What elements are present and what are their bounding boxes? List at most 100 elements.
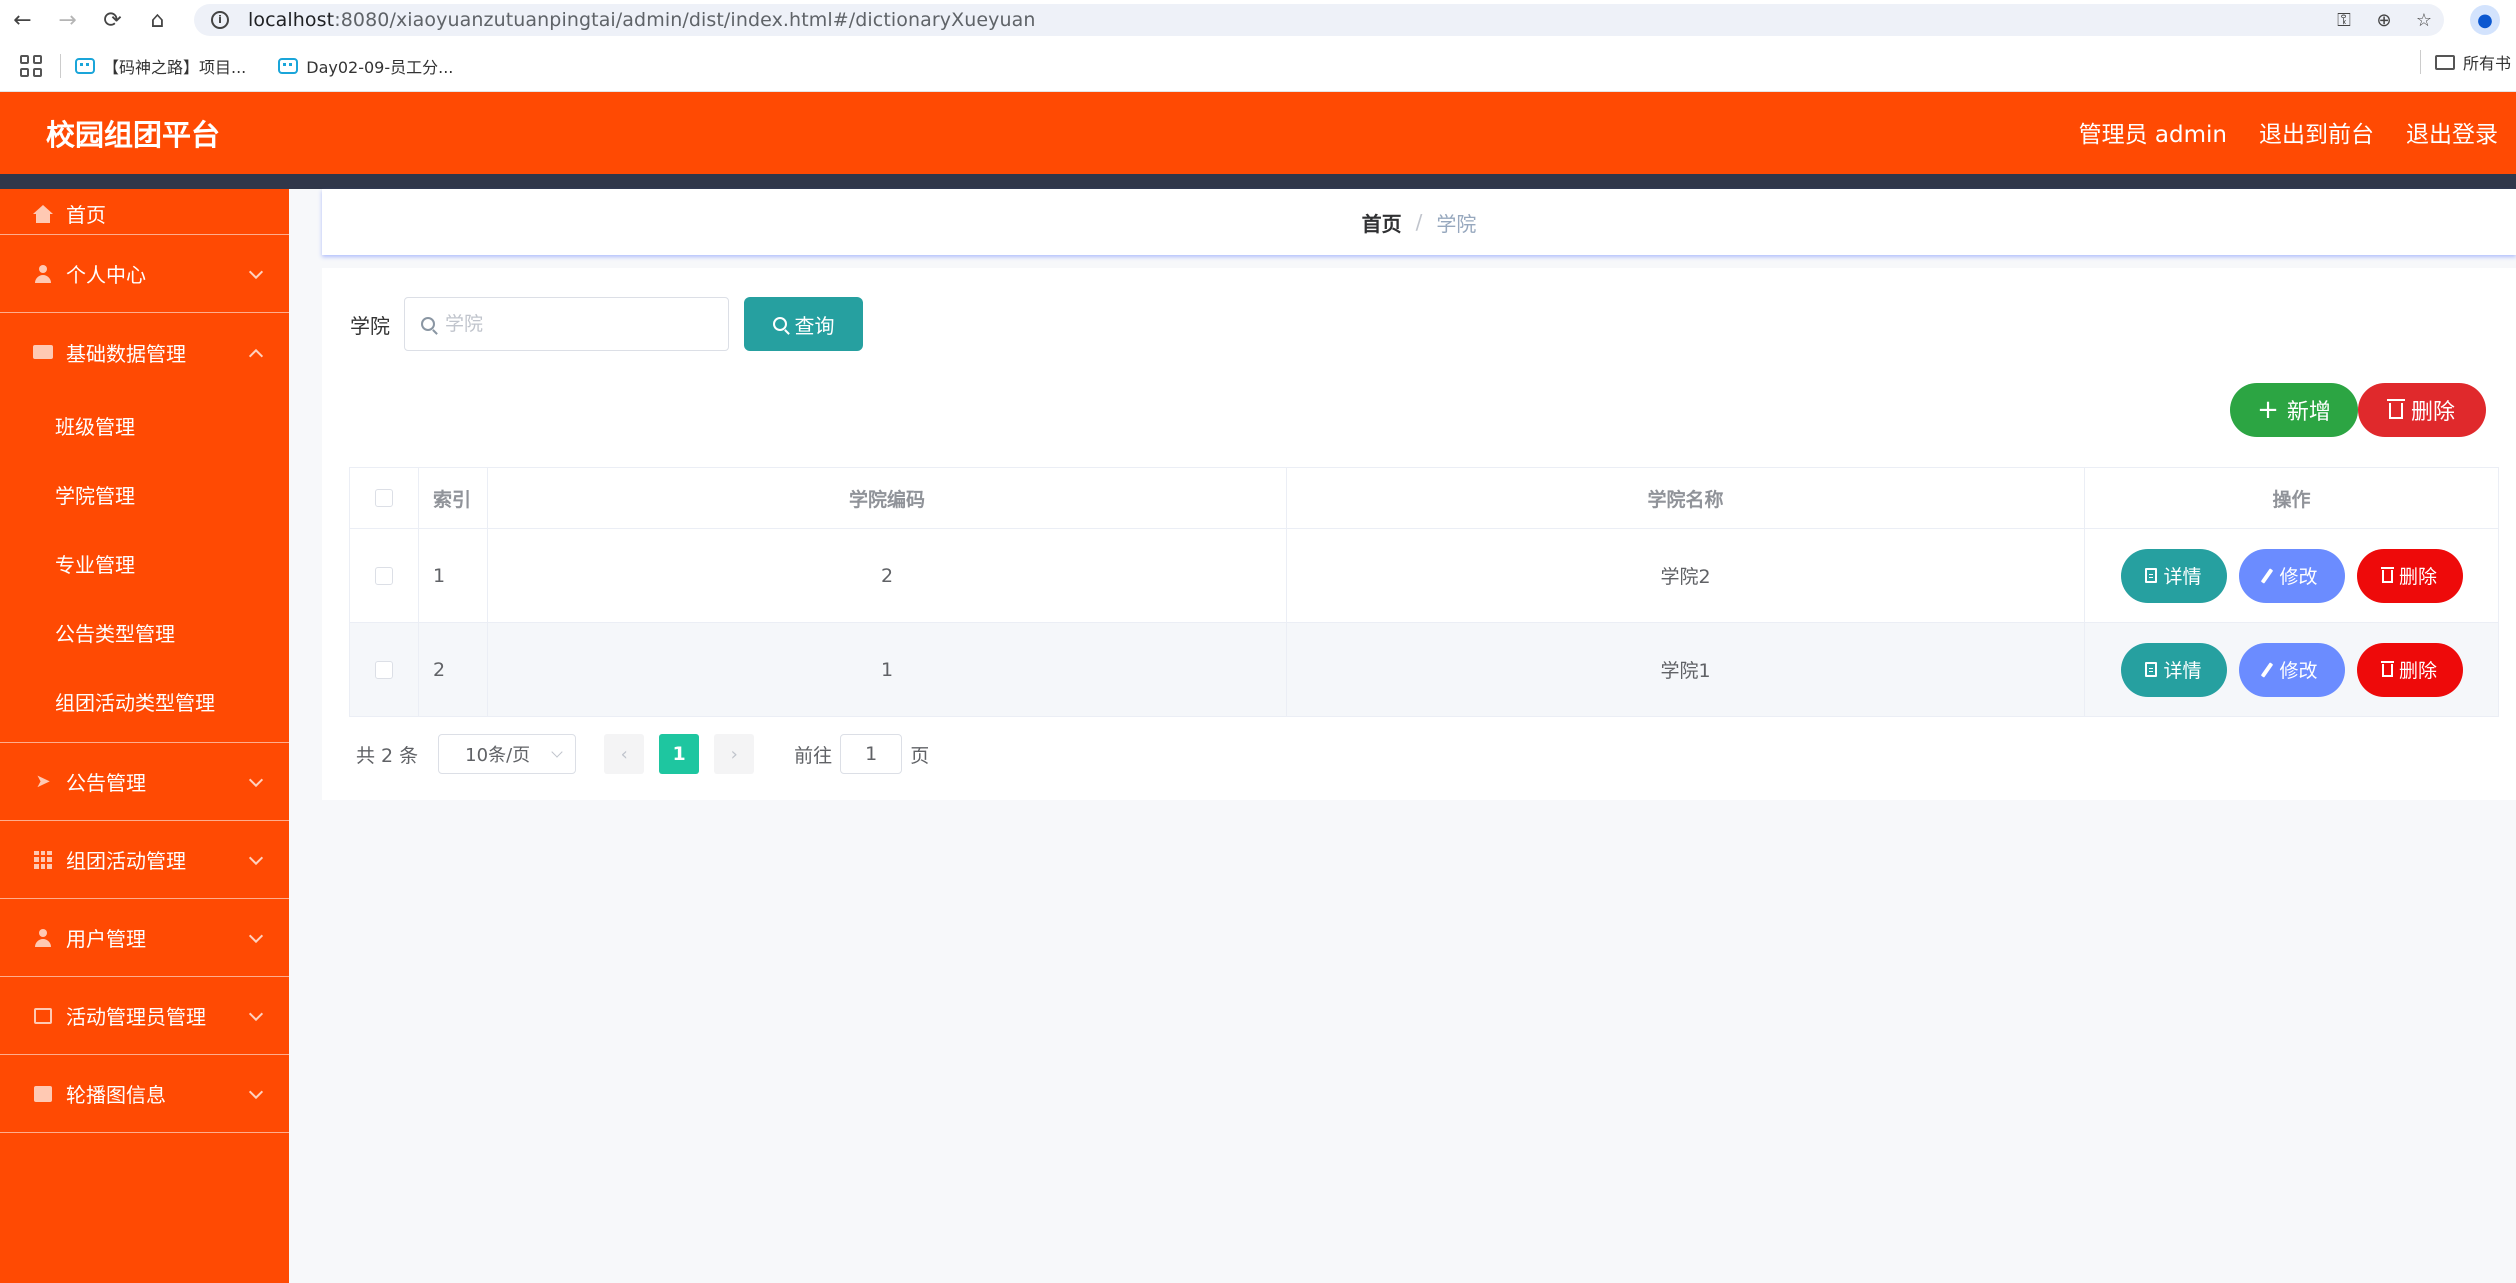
app-title: 校园组团平台 [46, 118, 221, 152]
address-bar[interactable]: i localhost:8080/xiaoyuanzutuanpingtai/a… [194, 4, 2444, 36]
copy-icon [33, 1006, 53, 1026]
header-actions: 操作 [2272, 488, 2311, 511]
edit-icon [2261, 567, 2274, 584]
page-size-select[interactable]: 10条/页 [438, 734, 577, 774]
chevron-down-icon [248, 928, 264, 944]
sidebar-subitem-class[interactable]: 班级管理 [0, 391, 289, 460]
cell-code: 1 [488, 623, 1287, 716]
search-field[interactable] [404, 297, 729, 351]
chevron-down-icon [248, 850, 264, 866]
sidebar-item-notice[interactable]: ➤ 公告管理 [0, 743, 289, 821]
browser-toolbar: ← → ⟳ ⌂ i localhost:8080/xiaoyuanzutuanp… [0, 0, 2516, 40]
header-code: 学院编码 [488, 468, 1287, 528]
logout-link[interactable]: 退出登录 [2406, 115, 2498, 149]
delete-row-button[interactable]: 删除 [2356, 548, 2463, 603]
sidebar-item-personal-center[interactable]: 个人中心 [0, 235, 289, 313]
site-info-icon[interactable]: i [206, 6, 234, 34]
breadcrumb-separator: / [1415, 210, 1423, 234]
reload-icon[interactable]: ⟳ [90, 0, 135, 40]
bookmark-item[interactable]: Day02-09-员工分... [278, 54, 453, 78]
detail-button[interactable]: 详情 [2120, 642, 2227, 697]
detail-button[interactable]: 详情 [2120, 548, 2227, 603]
sidebar-item-label: 首页 [66, 203, 106, 227]
breadcrumb-current: 学院 [1436, 211, 1477, 236]
sidebar-subitem-notice-type[interactable]: 公告类型管理 [0, 598, 289, 667]
trash-icon [2380, 567, 2394, 583]
sidebar-item-basic-data[interactable]: 基础数据管理 [0, 313, 289, 391]
query-button[interactable]: 查询 [744, 297, 863, 351]
trash-icon [2380, 661, 2394, 677]
delete-label: 删除 [2398, 566, 2437, 588]
back-to-front-link[interactable]: 退出到前台 [2259, 115, 2374, 149]
url-text[interactable]: localhost:8080/xiaoyuanzutuanpingtai/adm… [248, 9, 1036, 31]
app-header: 校园组团平台 管理员 admin 退出到前台 退出登录 [0, 92, 2516, 174]
goto-label: 前往 [794, 744, 833, 767]
ticket-icon [33, 342, 53, 362]
profile-avatar-icon[interactable]: ● [2470, 5, 2500, 35]
table-row: 1 2 学院2 详情 修改 删除 [350, 529, 2498, 623]
row-checkbox[interactable] [375, 566, 393, 585]
bilibili-icon [75, 57, 95, 74]
table-header-row: 索引 学院编码 学院名称 操作 [350, 468, 2498, 529]
admin-user-label[interactable]: 管理员 admin [2079, 115, 2227, 149]
sidebar-item-carousel[interactable]: 轮播图信息 [0, 1055, 289, 1133]
home-icon[interactable]: ⌂ [135, 0, 180, 40]
sidebar-item-home[interactable]: 首页 [0, 189, 289, 235]
add-button[interactable]: + 新增 [2230, 383, 2358, 437]
page-number-current[interactable]: 1 [659, 734, 700, 774]
bookmark-item[interactable]: 【码神之路】项目... [75, 54, 246, 78]
college-table: 索引 学院编码 学院名称 操作 1 2 学院2 详情 修改 删除 2 1 学院1… [349, 467, 2499, 717]
page-suffix: 页 [910, 744, 930, 767]
key-icon[interactable]: ⚿ [2324, 10, 2364, 31]
detail-label: 详情 [2163, 660, 2202, 682]
query-button-label: 查询 [794, 313, 835, 338]
delete-row-button[interactable]: 删除 [2356, 642, 2463, 697]
sidebar-subitem-activity-type[interactable]: 组团活动类型管理 [0, 667, 289, 736]
edit-button[interactable]: 修改 [2238, 642, 2345, 697]
basic-data-submenu: 班级管理 学院管理 专业管理 公告类型管理 组团活动类型管理 [0, 391, 289, 743]
cell-actions: 详情 修改 删除 [2085, 529, 2498, 622]
chevron-down-icon [248, 264, 264, 280]
sidebar-item-label: 公告管理 [66, 771, 146, 795]
breadcrumb-home[interactable]: 首页 [1362, 208, 1402, 237]
sidebar-subitem-college[interactable]: 学院管理 [0, 460, 289, 529]
sidebar-item-group-activity[interactable]: 组团活动管理 [0, 821, 289, 899]
sidebar-item-label: 基础数据管理 [66, 341, 186, 366]
sidebar-item-users[interactable]: 用户管理 [0, 899, 289, 977]
edit-button[interactable]: 修改 [2238, 548, 2345, 603]
search-icon [772, 317, 787, 331]
chevron-up-icon [248, 348, 264, 364]
forward-icon[interactable]: → [45, 0, 90, 40]
goto-page-input[interactable]: 1 [840, 734, 903, 774]
back-icon[interactable]: ← [0, 0, 45, 40]
next-page-button[interactable]: › [714, 734, 755, 774]
breadcrumb: 首页 / 学院 [322, 189, 2516, 255]
star-icon[interactable]: ☆ [2404, 10, 2444, 31]
search-input[interactable] [445, 313, 705, 335]
sidebar-item-label: 组团活动管理 [66, 849, 186, 873]
zoom-icon[interactable]: ⊕ [2364, 10, 2404, 31]
cell-index: 1 [419, 529, 488, 622]
plus-icon: + [2257, 395, 2279, 425]
prev-page-button[interactable]: ‹ [604, 734, 645, 774]
edit-label: 修改 [2279, 660, 2318, 682]
select-all-checkbox[interactable] [375, 489, 393, 507]
content-card: 学院 查询 + 新增 删除 索引 学院编码 学院名称 操作 1 2 学院2 [322, 268, 2516, 800]
batch-delete-button[interactable]: 删除 [2358, 383, 2486, 437]
row-checkbox[interactable] [375, 660, 393, 679]
document-icon [2145, 662, 2158, 677]
sidebar-subitem-major[interactable]: 专业管理 [0, 529, 289, 598]
chevron-down-icon [248, 1084, 264, 1100]
user-icon [33, 264, 53, 284]
header-index: 索引 [419, 468, 488, 528]
apps-icon[interactable] [20, 54, 42, 77]
sidebar-item-activity-admins[interactable]: 活动管理员管理 [0, 977, 289, 1055]
all-bookmarks-label: 所有书 [2463, 54, 2512, 73]
bookmarks-bar: 【码神之路】项目... Day02-09-员工分... 所有书 [0, 40, 2516, 92]
cell-name: 学院1 [1287, 623, 2085, 716]
home-icon [33, 199, 53, 223]
cell-index: 2 [419, 623, 488, 716]
all-bookmarks[interactable]: 所有书 [2420, 50, 2511, 74]
sidebar-item-label: 轮播图信息 [66, 1083, 166, 1107]
row-checkbox-cell [350, 529, 419, 622]
